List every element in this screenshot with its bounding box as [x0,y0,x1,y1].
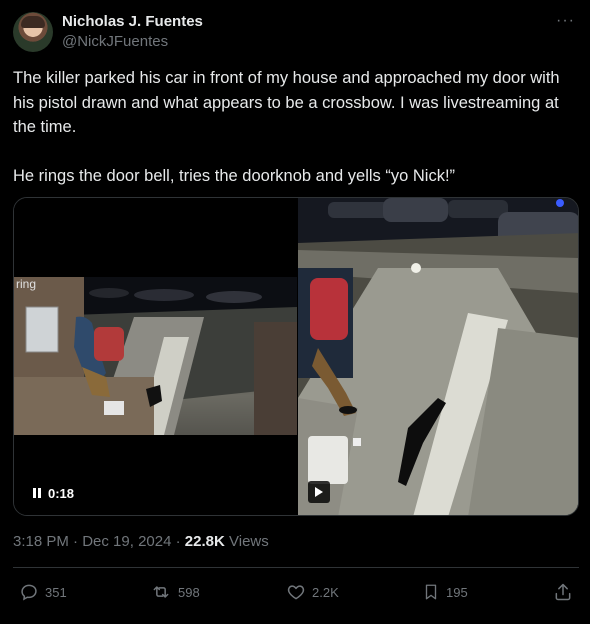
divider [13,567,579,568]
porch-scene [298,198,578,515]
reply-count: 351 [45,584,67,600]
tweet-meta: 3:18 PM · Dec 19, 2024 · 22.8K Views [13,533,269,550]
tweet-date[interactable]: Dec 19, 2024 [82,533,171,550]
repost-icon [153,586,169,598]
like-count: 2.2K [312,584,339,600]
doorbell-camera-frame: ring [14,277,297,435]
repost-count: 598 [178,584,200,600]
video-left[interactable]: ring 0:18 [14,198,297,515]
tweet-header: Nicholas J. Fuentes @NickJFuentes ··· [13,12,577,56]
heart-icon [287,585,305,600]
author-name[interactable]: Nicholas J. Fuentes [62,13,203,30]
share-icon [555,583,571,601]
doorbell-scene [14,277,297,435]
video-duration-pill[interactable]: 0:18 [24,481,83,505]
video-right[interactable] [298,198,578,515]
tweet-time[interactable]: 3:18 PM [13,533,69,550]
like-button[interactable]: 2.2K [286,582,339,602]
bookmark-count: 195 [446,584,468,600]
author-handle[interactable]: @NickJFuentes [62,33,168,50]
avatar[interactable] [13,12,53,52]
play-button[interactable] [308,481,330,503]
tweet-paragraph: He rings the door bell, tries the doorkn… [13,166,456,185]
bookmark-icon [425,584,437,600]
tweet-paragraph: The killer parked his car in front of my… [13,69,565,136]
tweet-text: The killer parked his car in front of my… [13,66,573,188]
views-count: 22.8K [184,533,225,550]
meta-separator: · [175,533,181,550]
bookmark-button[interactable]: 195 [422,582,468,602]
play-icon[interactable] [314,486,324,498]
pause-icon[interactable] [32,487,42,499]
reply-button[interactable]: 351 [19,582,67,602]
meta-separator: · [73,533,79,550]
repost-button[interactable]: 598 [150,582,200,602]
action-bar: 351 598 2.2K 195 [13,578,579,608]
video-duration: 0:18 [48,485,75,501]
ring-watermark: ring [16,277,37,291]
views-label: Views [229,533,269,550]
reply-icon [21,584,37,601]
media-container: ring 0:18 [13,197,579,516]
more-dots-icon[interactable]: ··· [556,12,575,30]
share-button[interactable] [553,582,573,602]
